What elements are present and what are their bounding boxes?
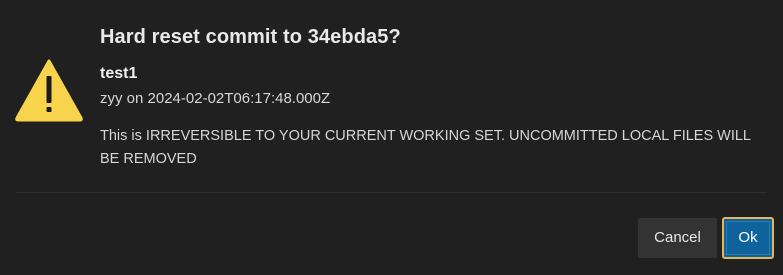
dialog-title: Hard reset commit to 34ebda5? [100,26,401,48]
cancel-button[interactable]: Cancel [638,218,717,258]
commit-meta: zyy on 2024-02-02T06:17:48.000Z [100,90,331,107]
commit-name: test1 [100,65,138,82]
ok-button[interactable]: Ok [722,217,774,259]
warning-icon [14,58,84,122]
divider [16,192,767,193]
hard-reset-dialog: Hard reset commit to 34ebda5? test1 zyy … [0,0,783,275]
warning-message: This is IRREVERSIBLE TO YOUR CURRENT WOR… [100,128,751,167]
